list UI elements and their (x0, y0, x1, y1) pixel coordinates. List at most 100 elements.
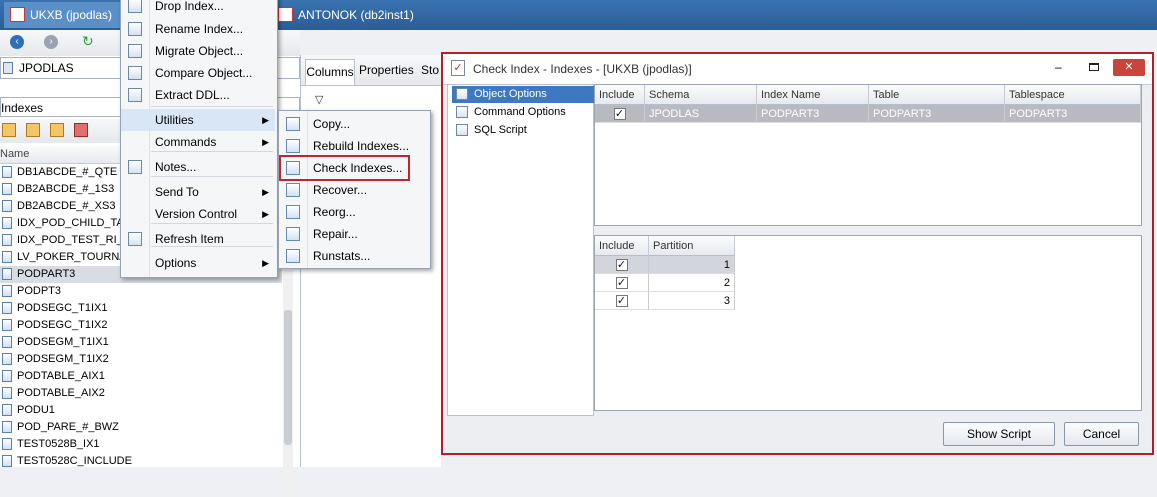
refresh-icon[interactable]: ↻ (82, 33, 94, 50)
show-script-button[interactable]: Show Script (943, 422, 1055, 446)
list-item[interactable]: POD_PARE_#_BWZ (0, 419, 282, 436)
menu-item-drop-index[interactable]: Drop Index... (121, 0, 275, 17)
menu-item-rename-index[interactable]: Rename Index... (121, 18, 275, 40)
menu-item-version-control[interactable]: Version Control ▶ (121, 203, 275, 225)
menu-separator (151, 106, 273, 107)
partition-cell: 2 (649, 274, 735, 292)
index-icon (2, 404, 12, 416)
include-checkbox[interactable]: ✓ (615, 277, 628, 289)
list-item[interactable]: PODPT3 (0, 283, 282, 300)
list-item-label: PODPART3 (17, 268, 76, 280)
menu-separator (151, 176, 273, 177)
nav-sql-script[interactable]: SQL Script (452, 122, 596, 139)
column-header-index-name[interactable]: Index Name (757, 85, 869, 105)
list-item[interactable]: TEST0528B_IX1 (0, 436, 282, 453)
chevron-right-icon: ▶ (262, 115, 269, 125)
connection-value: JPODLAS (19, 61, 74, 75)
column-header-tablespace[interactable]: Tablespace (1005, 85, 1141, 105)
menu-item-copy[interactable]: Copy... (279, 113, 428, 135)
menu-item-utilities[interactable]: Utilities ▶ (121, 109, 275, 131)
minimize-button[interactable]: ‒ (1055, 60, 1062, 74)
object-type-value: Indexes (1, 101, 44, 115)
include-cell[interactable]: ✓ (595, 256, 649, 274)
chevron-right-icon: ▶ (262, 209, 269, 219)
tab-columns[interactable]: Columns (305, 59, 355, 85)
column-header-partition[interactable]: Partition (649, 236, 735, 256)
include-checkbox[interactable]: ✓ (613, 108, 626, 120)
tab-antonok[interactable]: ANTONOK (db2inst1) (272, 2, 432, 28)
properties-tabs: Columns Properties Sto (301, 55, 441, 86)
index-icon (2, 353, 12, 365)
list-item-label: PODTABLE_AIX1 (17, 370, 105, 382)
dialog-title: Check Index - Indexes - [UKXB (jpodlas)] (473, 62, 692, 76)
nav-command-options[interactable]: Command Options (452, 104, 596, 121)
menu-item-rebuild-indexes[interactable]: Rebuild Indexes... (279, 135, 428, 157)
menu-item-options[interactable]: Options ▶ (121, 252, 275, 274)
list-item[interactable]: PODSEGC_T1IX1 (0, 300, 282, 317)
forward-icon[interactable]: › (44, 35, 58, 49)
table-cell-schema: JPODLAS (645, 105, 757, 123)
list-item-label: IDX_POD_CHILD_TAB (17, 217, 132, 229)
table-cell-index-name: PODPART3 (757, 105, 869, 123)
menu-item-repair[interactable]: Repair... (279, 223, 428, 245)
menu-item-send-to[interactable]: Send To ▶ (121, 181, 275, 203)
tab-ukxb[interactable]: UKXB (jpodlas) ✕ (4, 2, 120, 48)
menu-item-extract-ddl[interactable]: Extract DDL... (121, 84, 275, 106)
edit-index-icon[interactable] (26, 123, 40, 137)
menu-item-runstats[interactable]: Runstats... (279, 245, 428, 267)
include-cell[interactable]: ✓ (595, 274, 649, 292)
menu-item-commands[interactable]: Commands ▶ (121, 131, 275, 153)
command-options-icon (456, 106, 468, 118)
nav-object-options[interactable]: Object Options (452, 86, 596, 103)
database-icon (3, 62, 13, 74)
list-item-label: IDX_POD_TEST_RI_P (17, 234, 131, 246)
maximize-button[interactable] (1089, 63, 1099, 71)
menu-item-migrate-object[interactable]: Migrate Object... (121, 40, 275, 62)
list-item[interactable]: PODTABLE_AIX1 (0, 368, 282, 385)
chevron-right-icon: ▶ (262, 137, 269, 147)
include-checkbox[interactable]: ✓ (615, 295, 628, 307)
list-item[interactable]: PODU1 (0, 402, 282, 419)
alter-index-icon[interactable] (50, 123, 64, 137)
tab-storage[interactable]: Sto (421, 63, 439, 77)
include-checkbox[interactable]: ✓ (615, 259, 628, 271)
menu-item-label: Rebuild Indexes... (313, 139, 410, 153)
include-cell[interactable]: ✓ (595, 105, 645, 123)
drop-index-icon[interactable] (74, 123, 88, 137)
scrollbar-thumb[interactable] (284, 310, 292, 445)
list-scrollbar[interactable] (283, 270, 293, 497)
menu-item-recover[interactable]: Recover... (279, 179, 428, 201)
menu-item-label: Recover... (313, 183, 368, 197)
tab-properties[interactable]: Properties (359, 63, 414, 77)
back-icon[interactable]: ‹ (10, 35, 24, 49)
close-button[interactable]: ✕ (1113, 59, 1145, 76)
table-cell-table: PODPART3 (869, 105, 1005, 123)
menu-item-label: Refresh Item (155, 232, 224, 246)
list-item[interactable]: TEST0528C_INCLUDE (0, 453, 282, 467)
index-icon (2, 234, 12, 246)
index-icon (2, 455, 12, 467)
list-item-label: DB1ABCDE_#_QTE (17, 166, 118, 178)
list-item[interactable]: PODSEGM_T1IX1 (0, 334, 282, 351)
list-item[interactable]: PODSEGM_T1IX2 (0, 351, 282, 368)
list-item[interactable]: PODSEGC_T1IX2 (0, 317, 282, 334)
index-icon (2, 336, 12, 348)
menu-item-reorg[interactable]: Reorg... (279, 201, 428, 223)
drop-index-icon (128, 0, 142, 13)
filter-icon[interactable]: ▽ (315, 93, 323, 106)
column-header-table[interactable]: Table (869, 85, 1005, 105)
check-indexes-callout (279, 155, 410, 181)
menu-item-compare-object[interactable]: Compare Object... (121, 62, 275, 84)
column-header-include[interactable]: Include (595, 236, 649, 256)
column-header-schema[interactable]: Schema (645, 85, 757, 105)
list-item[interactable]: PODTABLE_AIX2 (0, 385, 282, 402)
cancel-button[interactable]: Cancel (1064, 422, 1139, 446)
include-cell[interactable]: ✓ (595, 292, 649, 310)
recover-icon (286, 183, 300, 197)
menu-item-notes[interactable]: Notes... (121, 156, 275, 178)
new-index-icon[interactable] (2, 123, 16, 137)
index-icon (2, 285, 12, 297)
check-index-icon: ✓ (451, 60, 465, 76)
repair-icon (286, 227, 300, 241)
column-header-include[interactable]: Include (595, 85, 645, 105)
